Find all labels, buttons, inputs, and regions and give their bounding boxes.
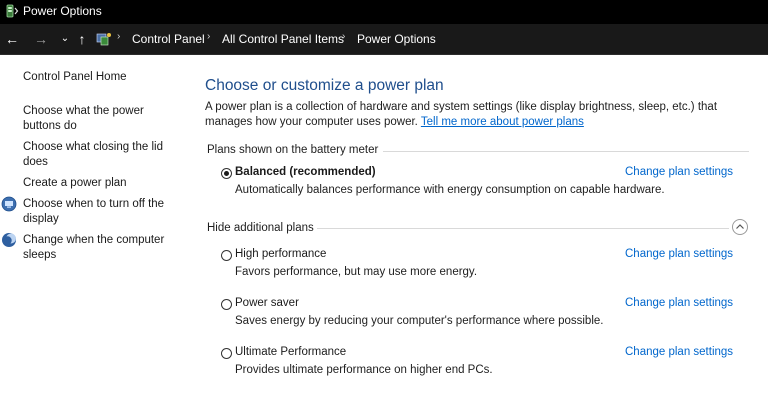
plan-desc-power-saver: Saves energy by reducing your computer's… [235, 315, 604, 327]
sidebar: Control Panel Home Choose what the power… [0, 55, 190, 397]
plan-radio-balanced[interactable] [221, 168, 232, 179]
window-title: Power Options [23, 4, 102, 18]
chevron-up-icon [736, 224, 744, 229]
plan-radio-power-saver[interactable] [221, 299, 232, 310]
display-icon [1, 196, 17, 212]
sidebar-item-create-plan[interactable]: Create a power plan [23, 176, 183, 191]
address-toolbar: ← → ⌄ ↑ › Control Panel › All Control Pa… [0, 24, 768, 55]
power-options-icon [6, 4, 19, 18]
main-content: Choose or customize a power plan A power… [205, 55, 768, 397]
sidebar-item-turn-off-display[interactable]: Choose when to turn off the display [23, 197, 183, 226]
change-plan-settings-balanced[interactable]: Change plan settings [625, 166, 733, 178]
up-button[interactable]: ↑ [74, 30, 90, 48]
battery-meter-section-title: Plans shown on the battery meter [207, 144, 379, 156]
plan-desc-ultimate-performance: Provides ultimate performance on higher … [235, 364, 493, 376]
change-plan-settings-high-performance[interactable]: Change plan settings [625, 248, 733, 260]
plan-name-high-performance[interactable]: High performance [235, 248, 326, 260]
sidebar-item-computer-sleeps[interactable]: Change when the computer sleeps [23, 233, 183, 262]
change-plan-settings-ultimate-performance[interactable]: Change plan settings [625, 346, 733, 358]
section-divider [383, 151, 749, 152]
back-button[interactable]: ← [4, 30, 20, 48]
plan-name-power-saver[interactable]: Power saver [235, 297, 299, 309]
plan-radio-high-performance[interactable] [221, 250, 232, 261]
section-divider [317, 228, 729, 229]
sidebar-item-control-panel-home[interactable]: Control Panel Home [23, 70, 183, 85]
control-panel-icon [96, 33, 111, 46]
breadcrumb[interactable]: › Control Panel › All Control Panel Item… [92, 29, 768, 49]
page-description: A power plan is a collection of hardware… [205, 100, 753, 130]
title-bar: Power Options [0, 0, 768, 24]
sidebar-item-closing-lid[interactable]: Choose what closing the lid does [23, 140, 183, 169]
recent-locations-button[interactable]: ⌄ [57, 30, 73, 48]
plan-desc-high-performance: Favors performance, but may use more ene… [235, 266, 478, 278]
page-title: Choose or customize a power plan [205, 77, 444, 94]
collapse-additional-plans-button[interactable] [732, 219, 748, 235]
plan-desc-balanced: Automatically balances performance with … [235, 184, 665, 196]
sidebar-item-power-buttons[interactable]: Choose what the power buttons do [23, 104, 183, 133]
learn-more-link[interactable]: Tell me more about power plans [421, 116, 584, 128]
plan-name-balanced[interactable]: Balanced (recommended) [235, 166, 376, 178]
plan-radio-ultimate-performance[interactable] [221, 348, 232, 359]
forward-button[interactable]: → [33, 30, 49, 48]
breadcrumb-separator: › [117, 31, 121, 42]
change-plan-settings-power-saver[interactable]: Change plan settings [625, 297, 733, 309]
breadcrumb-power-options[interactable]: Power Options [357, 32, 436, 46]
breadcrumb-all-items[interactable]: All Control Panel Items [222, 32, 344, 46]
moon-icon [2, 233, 16, 247]
breadcrumb-separator[interactable]: › [207, 31, 210, 42]
plan-name-ultimate-performance[interactable]: Ultimate Performance [235, 346, 346, 358]
breadcrumb-separator[interactable]: › [342, 31, 345, 42]
breadcrumb-control-panel[interactable]: Control Panel [132, 32, 205, 46]
hide-additional-plans-title[interactable]: Hide additional plans [207, 222, 314, 234]
